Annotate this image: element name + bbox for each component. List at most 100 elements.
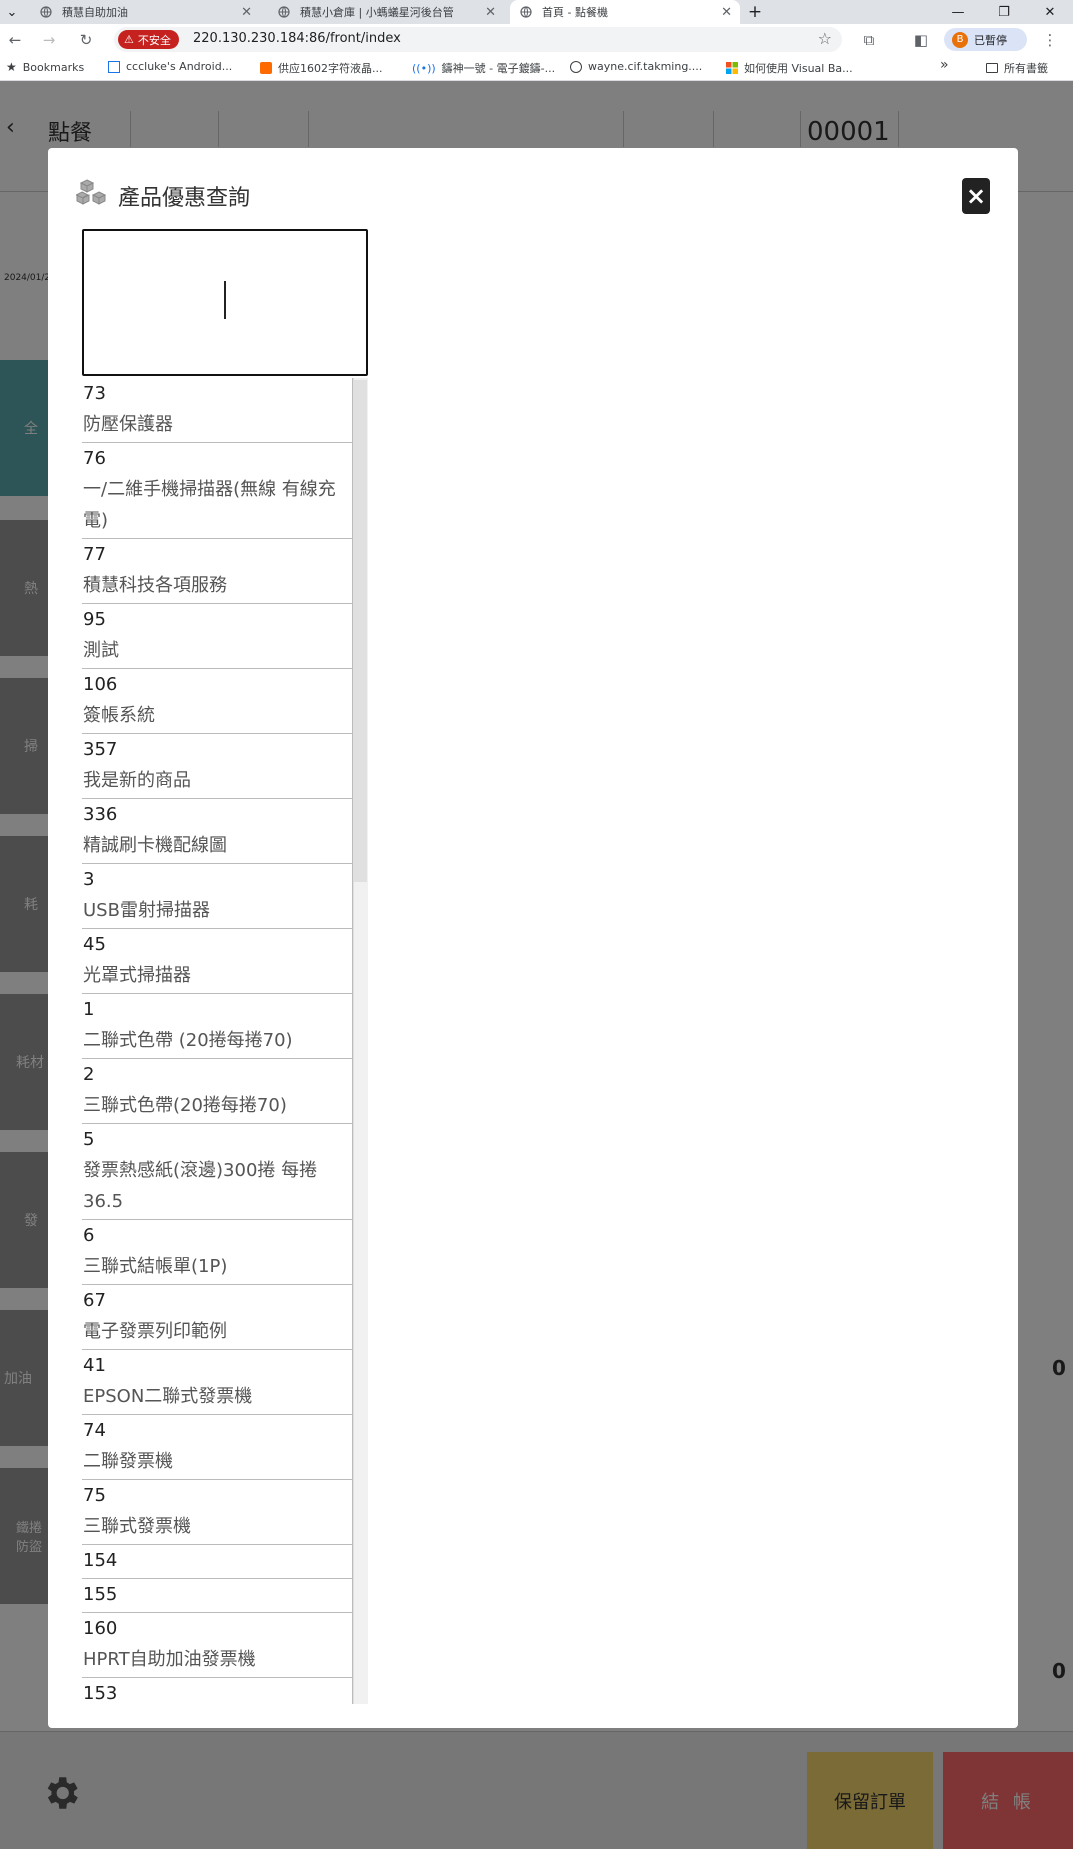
bookmark-label: cccluke's Android... <box>126 60 233 73</box>
product-name: 三聯式發票機 <box>83 1516 191 1537</box>
product-code: 106 <box>83 674 118 695</box>
bookmark-label: 供应1602字符液晶... <box>278 62 383 75</box>
tab-2[interactable]: 積慧小倉庫 | 小螞蟻星河後台管 ✕ <box>268 0 504 24</box>
list-item[interactable]: 73 防壓保護器 <box>82 378 353 443</box>
list-item[interactable]: 160 HPRT自助加油發票機 <box>82 1613 353 1678</box>
product-name: USB雷射掃描器 <box>83 900 210 921</box>
minimize-icon[interactable]: — <box>935 0 981 24</box>
bookmark-label: 鑄神一號 - 電子鍍鑄-... <box>441 62 556 75</box>
product-code: 67 <box>83 1290 106 1311</box>
omnibox[interactable]: ⚠ 不安全 220.130.230.184:86/front/index ☆ <box>114 27 842 52</box>
url-text[interactable]: 220.130.230.184:86/front/index <box>193 31 401 46</box>
list-item[interactable]: 153 <box>82 1678 353 1704</box>
tab-bar: ⌄ 積慧自助加油 ✕ 積慧小倉庫 | 小螞蟻星河後台管 ✕ 首頁 - 點餐機 ✕… <box>0 0 1073 24</box>
product-code: 75 <box>83 1485 106 1506</box>
list-item[interactable]: 6 三聯式結帳單(1P) <box>82 1220 353 1285</box>
back-arrow-icon[interactable]: ← <box>3 28 27 52</box>
list-item[interactable]: 75 三聯式發票機 <box>82 1480 353 1545</box>
list-item[interactable]: 336 精誠刷卡機配線圖 <box>82 799 353 864</box>
insecure-label: 不安全 <box>137 33 171 47</box>
scrollbar-thumb[interactable] <box>354 380 367 882</box>
product-code: 6 <box>83 1225 95 1246</box>
extensions-icon[interactable]: ⧉ <box>857 28 881 52</box>
signal-icon: ((•)) <box>412 61 436 75</box>
warning-icon: ⚠ <box>124 33 134 46</box>
list-item[interactable]: 2 三聯式色帶(20捲每捲70) <box>82 1059 353 1124</box>
close-tab-icon[interactable]: ✕ <box>721 5 732 20</box>
tab-3-active[interactable]: 首頁 - 點餐機 ✕ <box>510 0 740 24</box>
side-panel-icon[interactable]: ◧ <box>909 28 933 52</box>
product-name: 電子發票列印範例 <box>83 1321 227 1342</box>
product-name: 光罩式掃描器 <box>83 965 191 986</box>
list-item[interactable]: 154 <box>82 1545 353 1579</box>
tab-1-title: 積慧自助加油 <box>62 6 128 19</box>
product-name: 簽帳系統 <box>83 705 155 726</box>
tab-2-title: 積慧小倉庫 | 小螞蟻星河後台管 <box>300 6 454 19</box>
android-icon <box>108 60 120 73</box>
globe-icon <box>40 6 52 18</box>
alibaba-icon <box>260 62 272 74</box>
restore-icon[interactable]: ❐ <box>981 0 1027 24</box>
product-name: 三聯式結帳單(1P) <box>83 1256 228 1277</box>
list-item[interactable]: 95 測試 <box>82 604 353 669</box>
bookmarks-bar: ★ Bookmarks cccluke's Android... 供应1602字… <box>0 55 1073 81</box>
list-item[interactable]: 155 <box>82 1579 353 1613</box>
product-name: 三聯式色帶(20捲每捲70) <box>83 1095 287 1116</box>
list-item[interactable]: 67 電子發票列印範例 <box>82 1285 353 1350</box>
close-tab-icon[interactable]: ✕ <box>485 5 496 20</box>
globe-icon <box>520 6 532 18</box>
product-discount-modal: 產品優惠查詢 × 73 防壓保護器 76 一/二維手機掃描器(無線 有線充電) 77 積慧… <box>48 148 1018 1728</box>
bookmark-star-icon[interactable]: ☆ <box>818 29 832 48</box>
all-bookmarks-button[interactable]: 所有書籤 <box>986 60 1048 76</box>
product-code: 3 <box>83 869 95 890</box>
bookmark-label: 如何使用 Visual Ba... <box>744 62 853 75</box>
globe-icon <box>570 60 582 73</box>
microsoft-icon <box>726 62 738 74</box>
bookmark-item[interactable]: cccluke's Android... <box>108 60 232 73</box>
more-bookmarks-chevron[interactable]: » <box>940 57 949 73</box>
product-code: 41 <box>83 1355 106 1376</box>
bookmark-item[interactable]: ★ Bookmarks <box>6 60 84 74</box>
menu-kebab-icon[interactable]: ⋮ <box>1038 28 1062 52</box>
product-code: 2 <box>83 1064 95 1085</box>
tab-search-chevron-icon[interactable]: ⌄ <box>0 0 24 24</box>
modal-title: 產品優惠查詢 <box>118 186 251 211</box>
bookmark-item[interactable]: ((•)) 鑄神一號 - 電子鍍鑄-... <box>412 60 555 76</box>
list-item[interactable]: 1 二聯式色帶 (20捲每捲70) <box>82 994 353 1059</box>
product-code: 95 <box>83 609 106 630</box>
product-name: 二聯發票機 <box>83 1451 173 1472</box>
list-item[interactable]: 74 二聯發票機 <box>82 1415 353 1480</box>
list-item[interactable]: 76 一/二維手機掃描器(無線 有線充電) <box>82 443 353 539</box>
product-name: 防壓保護器 <box>83 414 173 435</box>
bookmark-item[interactable]: 如何使用 Visual Ba... <box>726 60 853 76</box>
tab-1[interactable]: 積慧自助加油 ✕ <box>30 0 260 24</box>
cubes-icon <box>76 179 107 205</box>
product-code: 5 <box>83 1129 95 1150</box>
product-name: EPSON二聯式發票機 <box>83 1386 253 1407</box>
window-close-icon[interactable]: ✕ <box>1027 0 1073 24</box>
insecure-badge[interactable]: ⚠ 不安全 <box>118 30 179 49</box>
list-item[interactable]: 357 我是新的商品 <box>82 734 353 799</box>
product-code: 45 <box>83 934 106 955</box>
list-item[interactable]: 106 簽帳系統 <box>82 669 353 734</box>
bookmark-label: wayne.cif.takming.... <box>588 60 703 73</box>
reload-icon[interactable]: ↻ <box>74 28 98 52</box>
new-tab-button[interactable]: + <box>740 0 770 24</box>
product-name: 測試 <box>83 640 119 661</box>
product-code: 357 <box>83 739 118 760</box>
bookmark-item[interactable]: wayne.cif.takming.... <box>570 60 702 73</box>
product-code: 153 <box>83 1683 118 1704</box>
list-item[interactable]: 3 USB雷射掃描器 <box>82 864 353 929</box>
forward-arrow-icon[interactable]: → <box>37 28 61 52</box>
product-code: 74 <box>83 1420 106 1441</box>
product-name: 發票熱感紙(滾邊)300捲 每捲36.5 <box>83 1160 318 1212</box>
profile-button[interactable]: B 已暫停 <box>944 28 1027 51</box>
bookmark-item[interactable]: 供应1602字符液晶... <box>260 60 382 76</box>
list-item[interactable]: 5 發票熱感紙(滾邊)300捲 每捲36.5 <box>82 1124 353 1220</box>
product-list[interactable]: 73 防壓保護器 76 一/二維手機掃描器(無線 有線充電) 77 積慧科技各項服務 95 測… <box>82 378 368 1704</box>
close-tab-icon[interactable]: ✕ <box>241 5 252 20</box>
close-icon[interactable]: × <box>962 178 990 214</box>
list-item[interactable]: 45 光罩式掃描器 <box>82 929 353 994</box>
list-item[interactable]: 41 EPSON二聯式發票機 <box>82 1350 353 1415</box>
list-item[interactable]: 77 積慧科技各項服務 <box>82 539 353 604</box>
